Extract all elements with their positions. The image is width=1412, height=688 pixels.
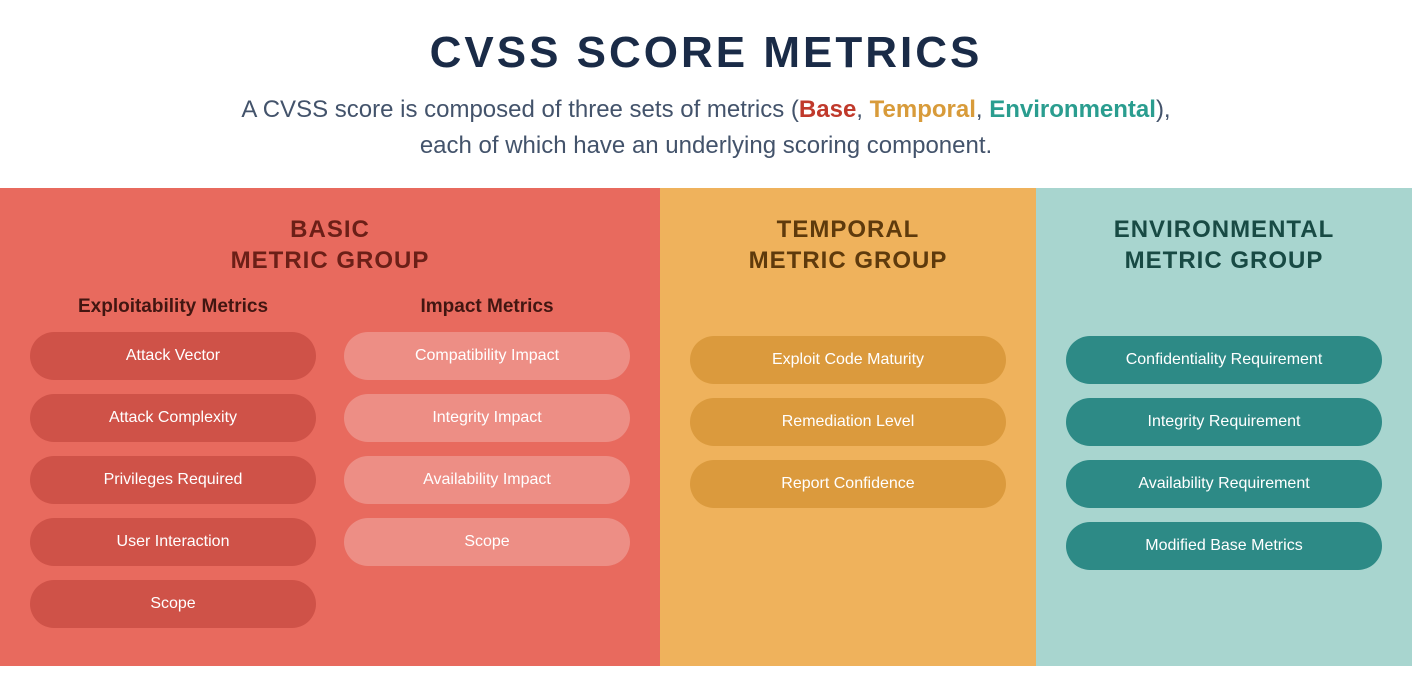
subtitle-env: Environmental (989, 96, 1156, 123)
subtitle-sep1: , (856, 96, 869, 123)
metric-pill: User Interaction (30, 518, 316, 566)
subtitle-base: Base (799, 96, 856, 123)
metric-pill: Attack Vector (30, 332, 316, 380)
metric-pill: Privileges Required (30, 456, 316, 504)
env-title-line2: METRIC GROUP (1125, 247, 1324, 274)
subtitle-line2: each of which have an underlying scoring… (420, 132, 992, 159)
metric-pill: Modified Base Metrics (1066, 522, 1382, 570)
subtitle-pre: A CVSS score is composed of three sets o… (241, 96, 799, 123)
metric-pill: Remediation Level (690, 398, 1006, 446)
header: CVSS SCORE METRICS A CVSS score is compo… (0, 0, 1412, 188)
subtitle-sep2: , (976, 96, 989, 123)
metric-groups: BASIC METRIC GROUP Exploitability Metric… (0, 188, 1412, 666)
metric-pill: Scope (344, 518, 630, 566)
subtitle-temporal: Temporal (870, 96, 976, 123)
impact-column: Impact Metrics Compatibility Impact Inte… (344, 296, 630, 642)
metric-pill: Integrity Impact (344, 394, 630, 442)
temporal-title-line1: TEMPORAL (777, 216, 920, 243)
metric-pill: Availability Requirement (1066, 460, 1382, 508)
env-title-line1: ENVIRONMENTAL (1114, 216, 1335, 243)
page-subtitle: A CVSS score is composed of three sets o… (40, 92, 1372, 164)
impact-heading: Impact Metrics (344, 296, 630, 318)
metric-pill: Exploit Code Maturity (690, 336, 1006, 384)
temporal-metric-group: TEMPORAL METRIC GROUP Exploit Code Matur… (660, 188, 1036, 666)
metric-pill: Attack Complexity (30, 394, 316, 442)
metric-pill: Availability Impact (344, 456, 630, 504)
env-group-title: ENVIRONMENTAL METRIC GROUP (1066, 214, 1382, 276)
subtitle-post1: ), (1156, 96, 1171, 123)
metric-pill: Scope (30, 580, 316, 628)
basic-title-line2: METRIC GROUP (231, 247, 430, 274)
basic-group-title: BASIC METRIC GROUP (30, 214, 630, 276)
metric-pill: Report Confidence (690, 460, 1006, 508)
page-title: CVSS SCORE METRICS (40, 28, 1372, 78)
basic-title-line1: BASIC (290, 216, 370, 243)
temporal-title-line2: METRIC GROUP (749, 247, 948, 274)
metric-pill: Compatibility Impact (344, 332, 630, 380)
metric-pill: Confidentiality Requirement (1066, 336, 1382, 384)
exploitability-column: Exploitability Metrics Attack Vector Att… (30, 296, 316, 642)
basic-metric-group: BASIC METRIC GROUP Exploitability Metric… (0, 188, 660, 666)
environmental-metric-group: ENVIRONMENTAL METRIC GROUP Confidentiali… (1036, 188, 1412, 666)
metric-pill: Integrity Requirement (1066, 398, 1382, 446)
temporal-group-title: TEMPORAL METRIC GROUP (690, 214, 1006, 276)
exploitability-heading: Exploitability Metrics (30, 296, 316, 318)
